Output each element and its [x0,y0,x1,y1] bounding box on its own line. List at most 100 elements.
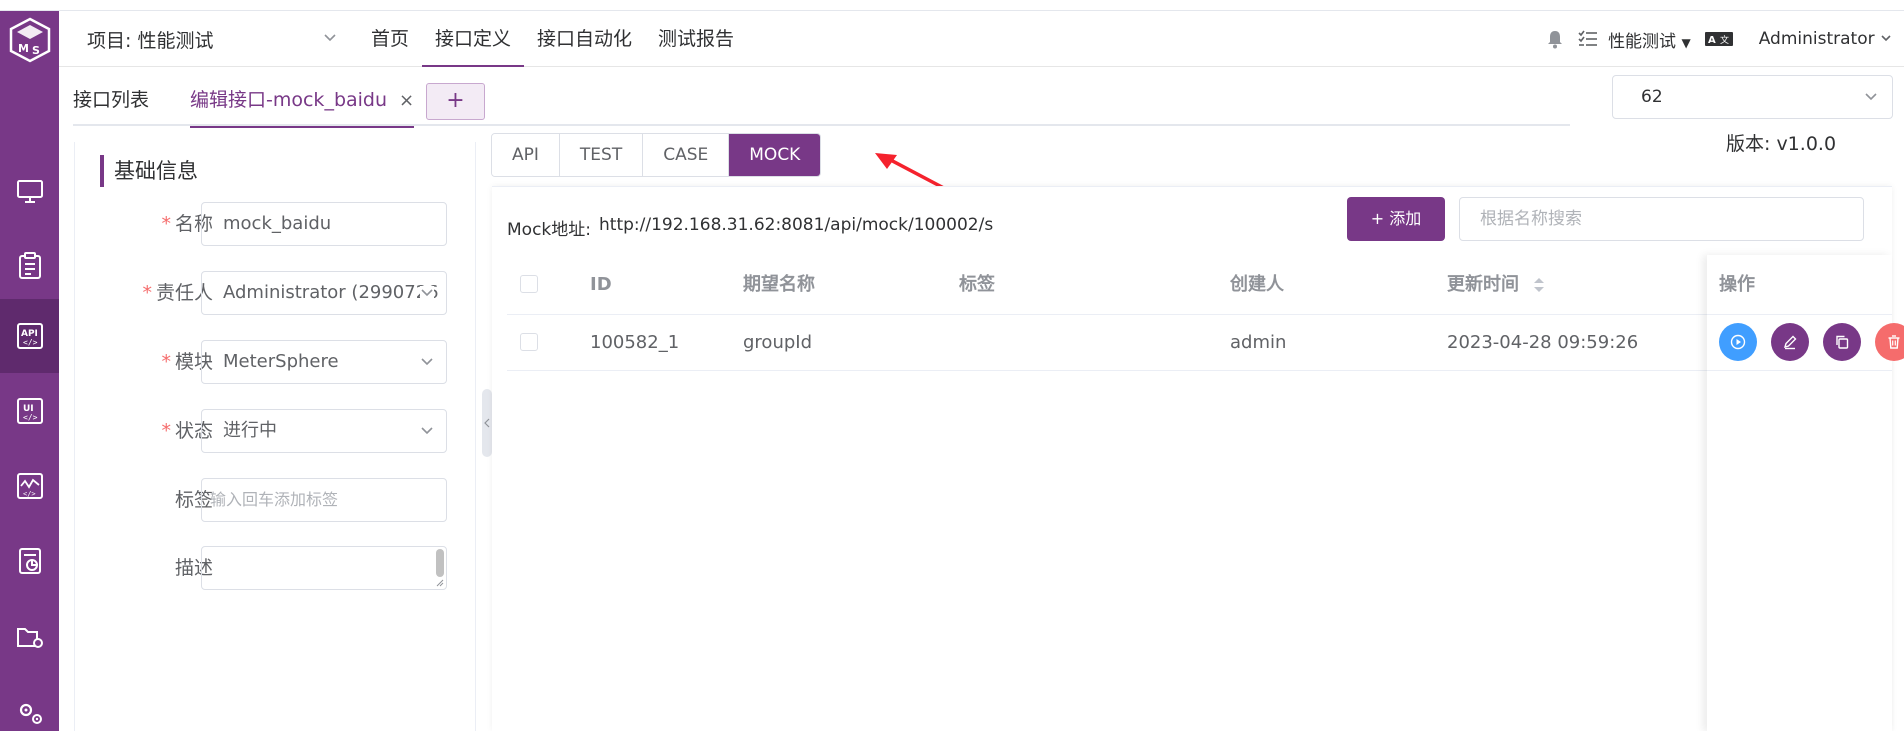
tab-api[interactable]: API [492,134,560,176]
cell-name: groupId [743,332,813,353]
textarea-scrollbar[interactable] [436,549,444,577]
add-expectation-button[interactable]: + 添加 [1347,197,1445,241]
tags-input[interactable]: 输入回车添加标签 [201,478,447,522]
table-row[interactable]: 100582_1 groupId admin 2023-04-28 09:59:… [507,315,1877,371]
workspace-select[interactable]: 性能测试 ▼ [1608,27,1691,52]
language-icon[interactable]: A文 [1704,31,1733,47]
project-label: 项目: 性能测试 [87,29,214,52]
sidebar-item-workstation[interactable] [0,154,59,228]
performance-icon: </> [16,473,43,499]
version-value: 62 [1641,87,1663,107]
menu-home[interactable]: 首页 [358,11,422,67]
select-all-checkbox[interactable] [520,275,538,293]
field-tags: 标签 输入回车添加标签 [75,478,477,522]
row-checkbox[interactable] [520,333,538,351]
required-mark: * [142,282,152,304]
name-input[interactable]: mock_baidu [201,202,447,246]
owner-select[interactable]: Administrator (2990726 [201,271,447,315]
column-header-updated-label: 更新时间 [1447,274,1519,295]
column-header-name[interactable]: 期望名称 [743,255,815,315]
workspace-label: 性能测试 [1608,31,1677,52]
sidebar-item-ui[interactable]: UI </> [0,374,59,448]
mock-address[interactable]: http://192.168.31.62:8081/api/mock/10000… [599,215,993,235]
module-select[interactable]: MeterSphere [201,340,447,384]
field-description: 描述 [75,546,477,590]
copy-icon [1836,335,1849,349]
tab-test[interactable]: TEST [559,134,644,176]
sidebar-item-performance[interactable]: </> [0,449,59,523]
edit-button[interactable] [1771,323,1809,361]
panel-drag-handle[interactable] [482,389,492,457]
field-owner: * 责任人 Administrator (2990726 [75,271,477,315]
svg-text:</>: </> [23,490,36,498]
project-select[interactable]: 项目: 性能测试 [87,11,337,67]
chevron-down-icon [420,355,434,369]
top-border [0,0,1904,11]
copy-button[interactable] [1823,323,1861,361]
required-mark: * [161,420,171,442]
required-mark: * [161,351,171,373]
cell-updated: 2023-04-28 09:59:26 [1447,332,1639,353]
field-status: * 状态 进行中 [75,409,477,453]
status-value: 进行中 [223,420,277,441]
menu-api-definition[interactable]: 接口定义 [422,11,525,67]
column-header-updated[interactable]: 更新时间 [1447,255,1545,315]
run-icon [1730,334,1746,350]
api-icon: API</> [16,323,43,349]
sidebar-item-api[interactable]: API </> [0,299,59,373]
sidebar-item-project-settings[interactable] [0,599,59,673]
chevron-left-icon [484,418,490,428]
tab-mock[interactable]: MOCK [729,134,821,176]
column-header-creator[interactable]: 创建人 [1230,255,1284,315]
clipboard-icon [18,252,41,279]
resize-handle-icon[interactable] [436,579,444,587]
sort-icon[interactable] [1533,276,1545,294]
menu-api-automation[interactable]: 接口自动化 [524,11,645,67]
delete-icon [1888,335,1900,349]
edit-icon [1783,335,1797,350]
task-list-icon[interactable] [1578,30,1598,48]
chevron-down-icon [420,424,434,438]
field-module: * 模块 MeterSphere [75,340,477,384]
sidebar-item-report[interactable] [0,524,59,598]
tab-edit-api[interactable]: 编辑接口-mock_baidu × [190,67,415,128]
delete-button[interactable] [1875,323,1904,361]
version-select[interactable]: 62 [1612,75,1893,119]
column-header-tags[interactable]: 标签 [959,255,995,315]
editor-tabs: 接口列表 编辑接口-mock_baidu × + [73,67,1570,128]
search-input[interactable]: 根据名称搜索 [1459,197,1864,241]
operations-column: 操作 [1707,255,1904,731]
monitor-icon [16,180,43,203]
column-header-id[interactable]: ID [590,255,612,315]
sidebar-item-system-settings[interactable] [0,676,59,731]
mock-panel: Mock地址: http://192.168.31.62:8081/api/mo… [492,186,1904,731]
status-select[interactable]: 进行中 [201,409,447,453]
tab-case[interactable]: CASE [643,134,730,176]
column-header-operations: 操作 [1707,255,1892,315]
svg-text:</>: </> [23,338,38,347]
user-name: Administrator [1758,29,1875,49]
user-menu[interactable]: Administrator [1759,29,1892,49]
folder-settings-icon [16,628,43,648]
operations-row [1707,315,1904,371]
module-value: MeterSphere [223,351,339,372]
menu-test-report[interactable]: 测试报告 [645,11,747,67]
run-button[interactable] [1719,323,1757,361]
owner-value: Administrator (2990726 [223,282,439,303]
mock-address-label: Mock地址: [507,220,591,240]
close-icon[interactable]: × [399,90,414,111]
description-textarea[interactable] [201,546,447,590]
caret-down-icon: ▼ [1681,35,1691,50]
top-menu: 首页 接口定义 接口自动化 测试报告 [358,11,747,67]
sidebar-item-track[interactable] [0,229,59,303]
tab-api-list[interactable]: 接口列表 [73,67,149,126]
tab-edit-api-label: 编辑接口-mock_baidu [190,89,388,111]
svg-text:文: 文 [1720,34,1729,46]
svg-text:A: A [1708,35,1716,46]
bell-icon[interactable] [1546,29,1564,49]
table-header: ID 期望名称 标签 创建人 更新时间 [507,255,1877,315]
chevron-down-icon [420,286,434,300]
header-right: 性能测试 ▼ A文 Administrator [1532,11,1892,67]
add-tab-button[interactable]: + [426,83,485,120]
version-label: 版本: v1.0.0 [1726,133,1837,155]
